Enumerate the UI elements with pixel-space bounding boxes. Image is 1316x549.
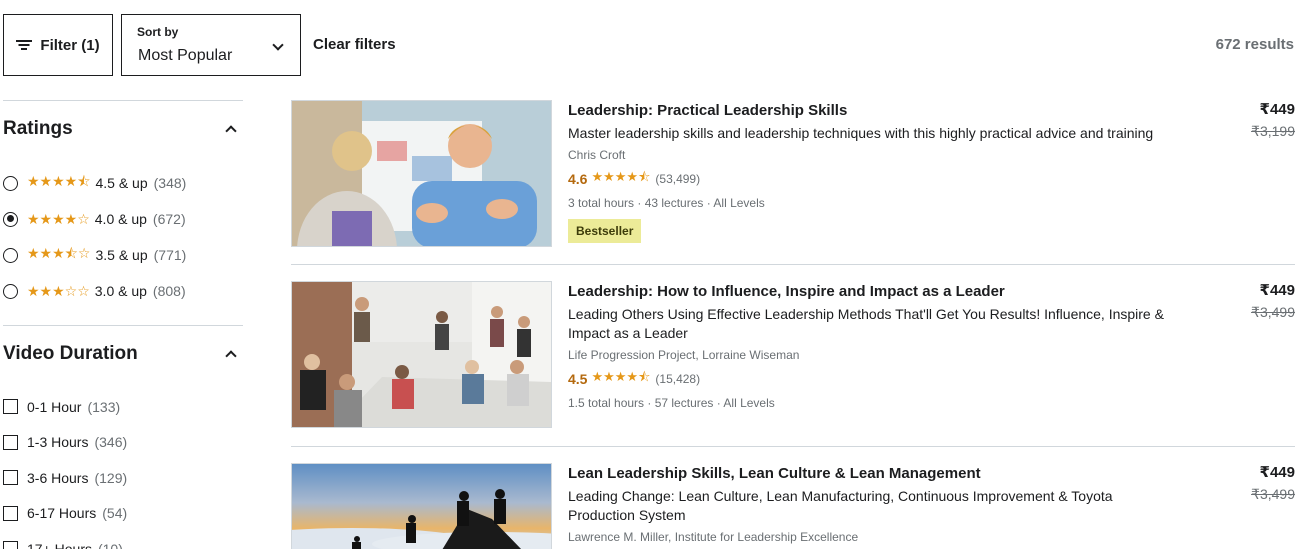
bestseller-badge: Bestseller [568,219,642,243]
original-price: ₹3,199 [1251,123,1295,139]
checkbox[interactable] [3,541,18,549]
course-thumbnail[interactable] [291,463,552,549]
checkbox[interactable] [3,505,18,521]
star-rating-icon: ★★★★⯪ [591,169,651,184]
course-review-count: (53,499) [655,172,701,186]
course-rating: 4.6 ★★★★⯪ (53,499) [568,168,1168,190]
checkbox[interactable] [3,434,18,450]
duration-option-count: (346) [94,434,128,451]
filter-button-label: Filter (1) [40,36,100,54]
course-author: Lawrence M. Miller, Institute for Leader… [568,530,859,544]
course-rating-value: 4.6 [568,171,588,187]
duration-option-count: (129) [94,469,128,486]
course-author: Chris Croft [568,148,626,162]
original-price: ₹3,499 [1251,486,1295,502]
course-title[interactable]: Leadership: Practical Leadership Skills [568,101,1168,120]
duration-option-label: 17+ Hours [27,540,92,549]
duration-option-count: (133) [87,398,121,415]
course-thumbnail-image [292,464,551,549]
filter-icon [16,39,33,51]
star-rating-icon: ★★★⯪☆ [27,245,91,261]
course-description: Leading Others Using Effective Leadershi… [568,306,1164,341]
duration-option-label: 0-1 Hour [27,398,82,415]
rating-option-4-0[interactable]: ★★★★☆ 4.0 & up (672) [3,201,243,237]
course-price: ₹449 ₹3,499 [1251,281,1295,321]
current-price: ₹449 [1259,464,1295,481]
course-meta: 3 total hours · 43 lectures · All Levels [568,196,765,210]
rating-option-label: 4.0 & up [94,211,147,227]
course-thumbnail[interactable] [291,281,552,428]
radio-button[interactable] [3,175,18,191]
course-info: Leadership: How to Influence, Inspire an… [568,281,1168,410]
rating-option-3-0[interactable]: ★★★☆☆ 3.0 & up (808) [3,273,243,309]
filter-button[interactable]: Filter (1) [3,14,113,76]
course-review-count: (15,428) [655,372,701,386]
rating-option-count: (348) [153,175,187,191]
divider [291,446,1295,447]
course-title[interactable]: Leadership: How to Influence, Inspire an… [568,282,1168,301]
ratings-heading: Ratings [3,118,73,139]
course-rating: 4.5 ★★★★⯪ (15,428) [568,368,1168,390]
clear-filters-button[interactable]: Clear filters [313,36,396,53]
course-description: Master leadership skills and leadership … [568,125,1154,141]
radio-button[interactable] [3,211,18,227]
course-thumbnail-image [292,282,551,427]
sort-by-value: Most Popular [138,47,233,64]
star-rating-icon: ★★★★☆ [27,210,90,227]
rating-option-count: (808) [152,283,186,299]
course-rating-value: 4.5 [568,371,588,387]
filter-sidebar: Ratings ★★★★⯪ 4.5 & up (348) ★★★★☆ 4.0 &… [3,100,243,549]
duration-option-label: 3-6 Hours [27,469,89,486]
sort-by-label: Sort by [137,25,179,39]
ratings-section-toggle[interactable]: Ratings [3,101,243,157]
course-description: Leading Change: Lean Culture, Lean Manuf… [568,488,1113,523]
divider [291,264,1295,265]
course-meta: 1.5 total hours · 57 lectures · All Leve… [568,396,775,410]
course-title[interactable]: Lean Leadership Skills, Lean Culture & L… [568,464,1168,483]
results-count: 672 results [1215,36,1294,53]
rating-option-label: 3.5 & up [95,247,148,263]
rating-option-3-5[interactable]: ★★★⯪☆ 3.5 & up (771) [3,237,243,273]
duration-option-0-1[interactable]: 0-1 Hour (133) [3,389,243,425]
rating-option-label: 3.0 & up [94,283,147,299]
duration-option-count: (54) [102,505,128,522]
star-rating-icon: ★★★★⯪ [27,173,91,189]
video-duration-section-toggle[interactable]: Video Duration [3,326,243,382]
duration-option-label: 6-17 Hours [27,505,97,522]
rating-option-4-5[interactable]: ★★★★⯪ 4.5 & up (348) [3,165,243,201]
duration-option-count: (10) [97,540,123,549]
course-thumbnail-image [292,101,551,246]
chevron-down-icon [272,39,284,51]
course-info: Leadership: Practical Leadership Skills … [568,100,1168,243]
star-rating-icon: ★★★☆☆ [27,282,90,299]
current-price: ₹449 [1259,282,1295,299]
rating-option-count: (771) [153,247,187,263]
chevron-up-icon [225,125,237,137]
course-info: Lean Leadership Skills, Lean Culture & L… [568,463,1168,544]
rating-option-count: (672) [152,211,186,227]
checkbox[interactable] [3,470,18,486]
duration-option-6-17[interactable]: 6-17 Hours (54) [3,496,243,532]
duration-option-17-plus[interactable]: 17+ Hours (10) [3,531,243,549]
current-price: ₹449 [1259,101,1295,118]
course-price: ₹449 ₹3,199 [1251,100,1295,140]
duration-option-3-6[interactable]: 3-6 Hours (129) [3,460,243,496]
radio-button[interactable] [3,283,18,299]
duration-option-label: 1-3 Hours [27,434,89,451]
checkbox[interactable] [3,399,18,415]
course-thumbnail[interactable] [291,100,552,247]
radio-button[interactable] [3,247,18,263]
sort-by-select[interactable]: Sort by Most Popular [121,14,301,76]
course-price: ₹449 ₹3,499 [1251,463,1295,503]
course-author: Life Progression Project, Lorraine Wisem… [568,348,800,362]
video-duration-heading: Video Duration [3,343,138,364]
star-rating-icon: ★★★★⯪ [591,369,651,384]
chevron-up-icon [225,350,237,362]
rating-option-label: 4.5 & up [95,175,148,191]
original-price: ₹3,499 [1251,304,1295,320]
duration-option-1-3[interactable]: 1-3 Hours (346) [3,425,243,461]
